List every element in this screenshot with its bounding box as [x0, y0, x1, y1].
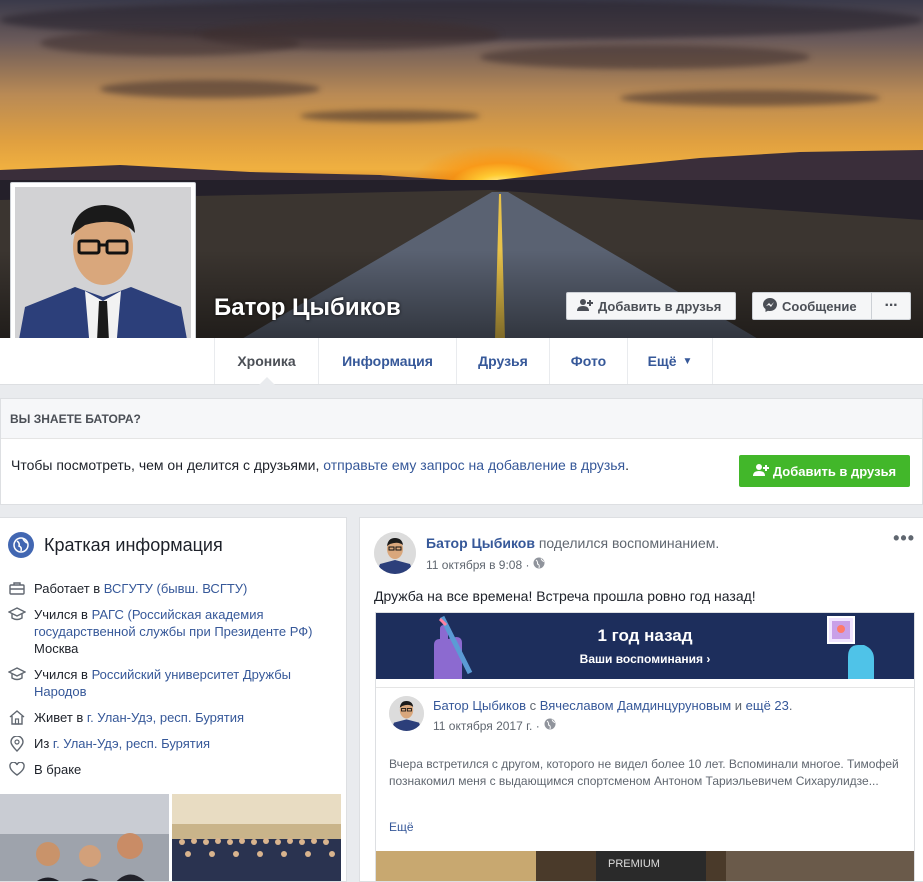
tagged-friend-link[interactable]: Вячеславом Дамдинцуруновым — [540, 698, 731, 713]
heart-icon — [8, 761, 26, 778]
hand-photo-illustration — [827, 616, 874, 679]
briefcase-icon — [8, 580, 26, 597]
tab-friends[interactable]: Друзья — [456, 338, 549, 384]
svg-text:PREMIUM: PREMIUM — [608, 858, 660, 870]
more-dots-label: ··· — [884, 297, 899, 314]
see-more-link[interactable]: Ещё — [389, 820, 414, 834]
shared-timestamp: 11 октября 2017 г. · — [433, 718, 556, 733]
add-friend-label: Добавить в друзья — [598, 298, 722, 314]
intro-lives-in: Живет в г. Улан-Удэ, респ. Бурятия — [8, 709, 338, 726]
graduation-cap-icon — [8, 666, 26, 700]
home-icon — [8, 709, 26, 726]
intro-education-1: Учился в РАГС (Российская академия госуд… — [8, 606, 338, 657]
shared-time-link[interactable]: 11 октября 2017 г. · — [433, 719, 540, 733]
shared-memory-card[interactable]: 1 год назад Ваши воспоминания › Батор Цы… — [375, 612, 915, 881]
do-you-know-text: Чтобы посмотреть, чем он делится с друзь… — [11, 457, 630, 473]
messenger-icon — [763, 297, 777, 315]
post-header: Батор Цыбиков поделился воспоминанием. — [426, 535, 720, 551]
shared-header: Батор Цыбиков с Вячеславом Дамдинцурунов… — [433, 698, 793, 713]
intro-lives-in-link[interactable]: г. Улан-Удэ, респ. Бурятия — [87, 710, 244, 725]
shared-post: Батор Цыбиков с Вячеславом Дамдинцурунов… — [376, 687, 914, 855]
memory-link[interactable]: Ваши воспоминания › — [580, 652, 711, 666]
message-button[interactable]: Сообщение — [752, 292, 872, 320]
intro-work: Работает в ВСГУТУ (бывш. ВСГТУ) — [8, 580, 338, 597]
map-pin-icon — [8, 735, 26, 752]
post-timestamp: 11 октября в 9:08 · — [426, 557, 545, 572]
post-author-avatar[interactable] — [374, 532, 416, 574]
graduation-cap-icon — [8, 606, 26, 657]
post-time-link[interactable]: 11 октября в 9:08 · — [426, 558, 529, 572]
intro-relationship: В браке — [8, 761, 338, 778]
intro-from-link[interactable]: г. Улан-Удэ, респ. Бурятия — [53, 736, 210, 751]
tab-about[interactable]: Информация — [318, 338, 456, 384]
add-friend-button[interactable]: Добавить в друзья — [566, 292, 736, 320]
tab-more[interactable]: Ещё ▼ — [627, 338, 713, 384]
globe-small-icon — [533, 557, 545, 572]
hand-pencil-illustration — [434, 615, 473, 679]
intro-card: Краткая информация Работает в ВСГУТУ (бы… — [0, 517, 347, 882]
post-options-icon[interactable]: ••• — [893, 528, 915, 549]
add-friend-icon — [752, 463, 769, 480]
intro-work-link[interactable]: ВСГУТУ (бывш. ВСГТУ) — [104, 581, 248, 596]
add-friend-icon — [577, 298, 593, 315]
caret-down-icon: ▼ — [682, 355, 693, 367]
tab-timeline[interactable]: Хроника — [214, 338, 318, 385]
profile-name: Батор Цыбиков — [214, 294, 401, 321]
others-link[interactable]: ещё 23 — [746, 698, 789, 713]
message-label: Сообщение — [782, 298, 857, 314]
memory-banner[interactable]: 1 год назад Ваши воспоминания › — [376, 613, 914, 679]
post-author-link[interactable]: Батор Цыбиков — [426, 535, 535, 551]
shared-author-link[interactable]: Батор Цыбиков — [433, 698, 526, 713]
intro-title: Краткая информация — [44, 534, 223, 555]
do-you-know-panel: ВЫ ЗНАЕТЕ БАТОРА? Чтобы посмотреть, чем … — [0, 398, 923, 505]
globe-icon — [8, 532, 34, 558]
send-request-link[interactable]: отправьте ему запрос на добавление в дру… — [323, 457, 625, 473]
memory-title: 1 год назад — [597, 626, 693, 645]
do-you-know-title: ВЫ ЗНАЕТЕ БАТОРА? — [1, 399, 922, 439]
profile-tabs: Хроника Информация Друзья Фото Ещё ▼ — [0, 338, 923, 385]
memory-post: Батор Цыбиков поделился воспоминанием. 1… — [359, 517, 923, 882]
tab-photos[interactable]: Фото — [549, 338, 627, 384]
shared-text: Вчера встретился с другом, которого не в… — [389, 757, 899, 788]
post-text: Дружба на все времена! Встреча прошла ро… — [374, 588, 756, 604]
add-friend-green-button[interactable]: Добавить в друзья — [739, 455, 910, 487]
intro-education-2: Учился в Российский университет Дружбы Н… — [8, 666, 338, 700]
shared-author-avatar[interactable] — [389, 696, 424, 731]
intro-from: Из г. Улан-Удэ, респ. Бурятия — [8, 735, 338, 752]
shared-photo[interactable]: PREMIUM — [376, 851, 914, 881]
intro-photo-1[interactable] — [0, 794, 169, 881]
intro-photo-2[interactable] — [172, 794, 341, 881]
more-options-button[interactable]: ··· — [871, 292, 911, 320]
add-friend-green-label: Добавить в друзья — [772, 463, 897, 479]
globe-small-icon — [544, 718, 556, 733]
